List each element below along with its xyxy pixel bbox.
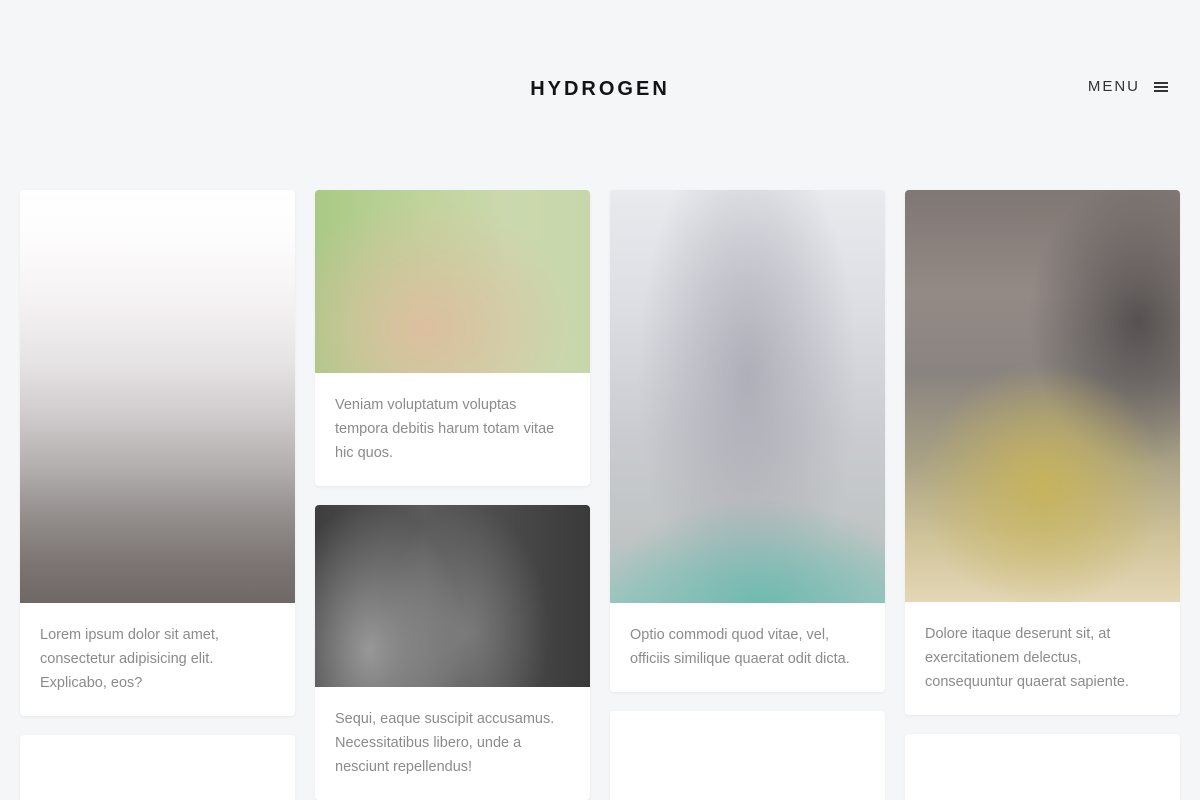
gallery-card[interactable]: Veniam voluptatum voluptas tempora debit… <box>315 190 590 486</box>
card-image[interactable] <box>315 505 590 687</box>
card-image[interactable] <box>905 190 1180 602</box>
gallery-card[interactable] <box>905 734 1180 800</box>
card-caption: Dolore itaque deserunt sit, at exercitat… <box>925 626 1129 690</box>
card-image[interactable] <box>315 190 590 373</box>
gallery-card[interactable]: Sequi, eaque suscipit accusamus. Necessi… <box>315 505 590 800</box>
gallery-card[interactable]: Dolore itaque deserunt sit, at exercitat… <box>905 190 1180 715</box>
page: HYDROGEN MENU Lorem ipsum dolor sit amet… <box>0 0 1200 800</box>
menu-button[interactable]: MENU <box>1088 78 1168 95</box>
site-header: HYDROGEN MENU <box>0 0 1200 180</box>
card-caption: Optio commodi quod vitae, vel, officiis … <box>630 627 850 667</box>
card-caption: Lorem ipsum dolor sit amet, consectetur … <box>40 627 219 691</box>
hamburger-icon <box>1154 81 1168 93</box>
card-caption: Veniam voluptatum voluptas tempora debit… <box>335 397 555 461</box>
site-logo-title[interactable]: HYDROGEN <box>0 78 1200 101</box>
gallery-card[interactable]: Optio commodi quod vitae, vel, officiis … <box>610 190 885 692</box>
menu-label: MENU <box>1087 78 1140 95</box>
card-image[interactable] <box>20 190 295 603</box>
gallery-card[interactable] <box>610 711 885 800</box>
card-caption: Sequi, eaque suscipit accusamus. Necessi… <box>335 711 555 775</box>
gallery-card[interactable] <box>20 735 295 800</box>
gallery-card[interactable]: Lorem ipsum dolor sit amet, consectetur … <box>20 190 295 716</box>
card-image[interactable] <box>610 190 885 603</box>
